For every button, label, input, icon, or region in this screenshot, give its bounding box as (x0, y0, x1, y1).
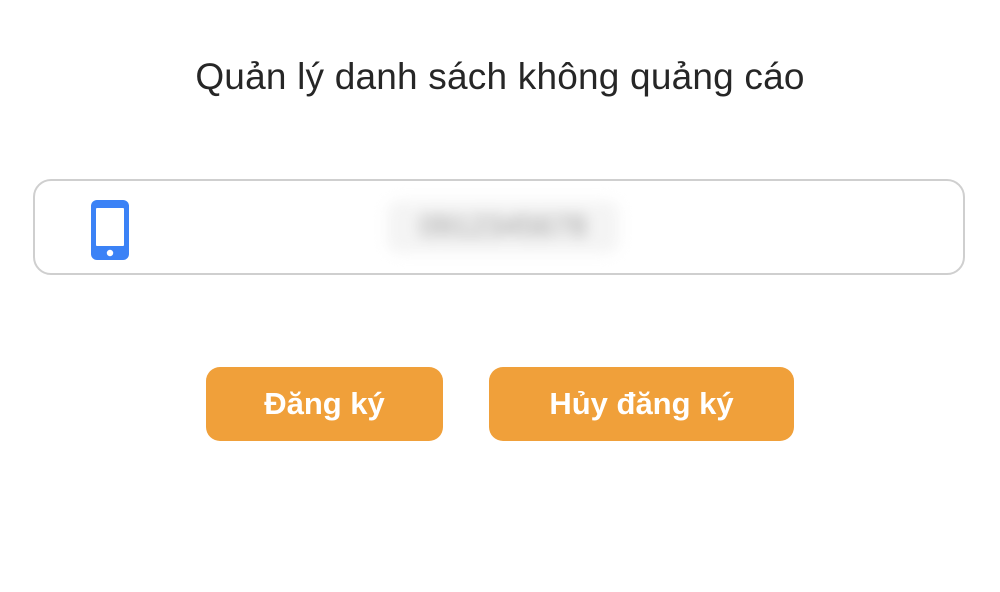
mobile-phone-icon (90, 199, 130, 261)
page-title: Quản lý danh sách không quảng cáo (195, 56, 805, 97)
phone-number-value[interactable]: 0912345678 (387, 201, 619, 253)
unregister-button[interactable]: Hủy đăng ký (489, 367, 794, 441)
phone-number-field[interactable]: 0912345678 (33, 179, 965, 275)
register-button[interactable]: Đăng ký (206, 367, 443, 441)
